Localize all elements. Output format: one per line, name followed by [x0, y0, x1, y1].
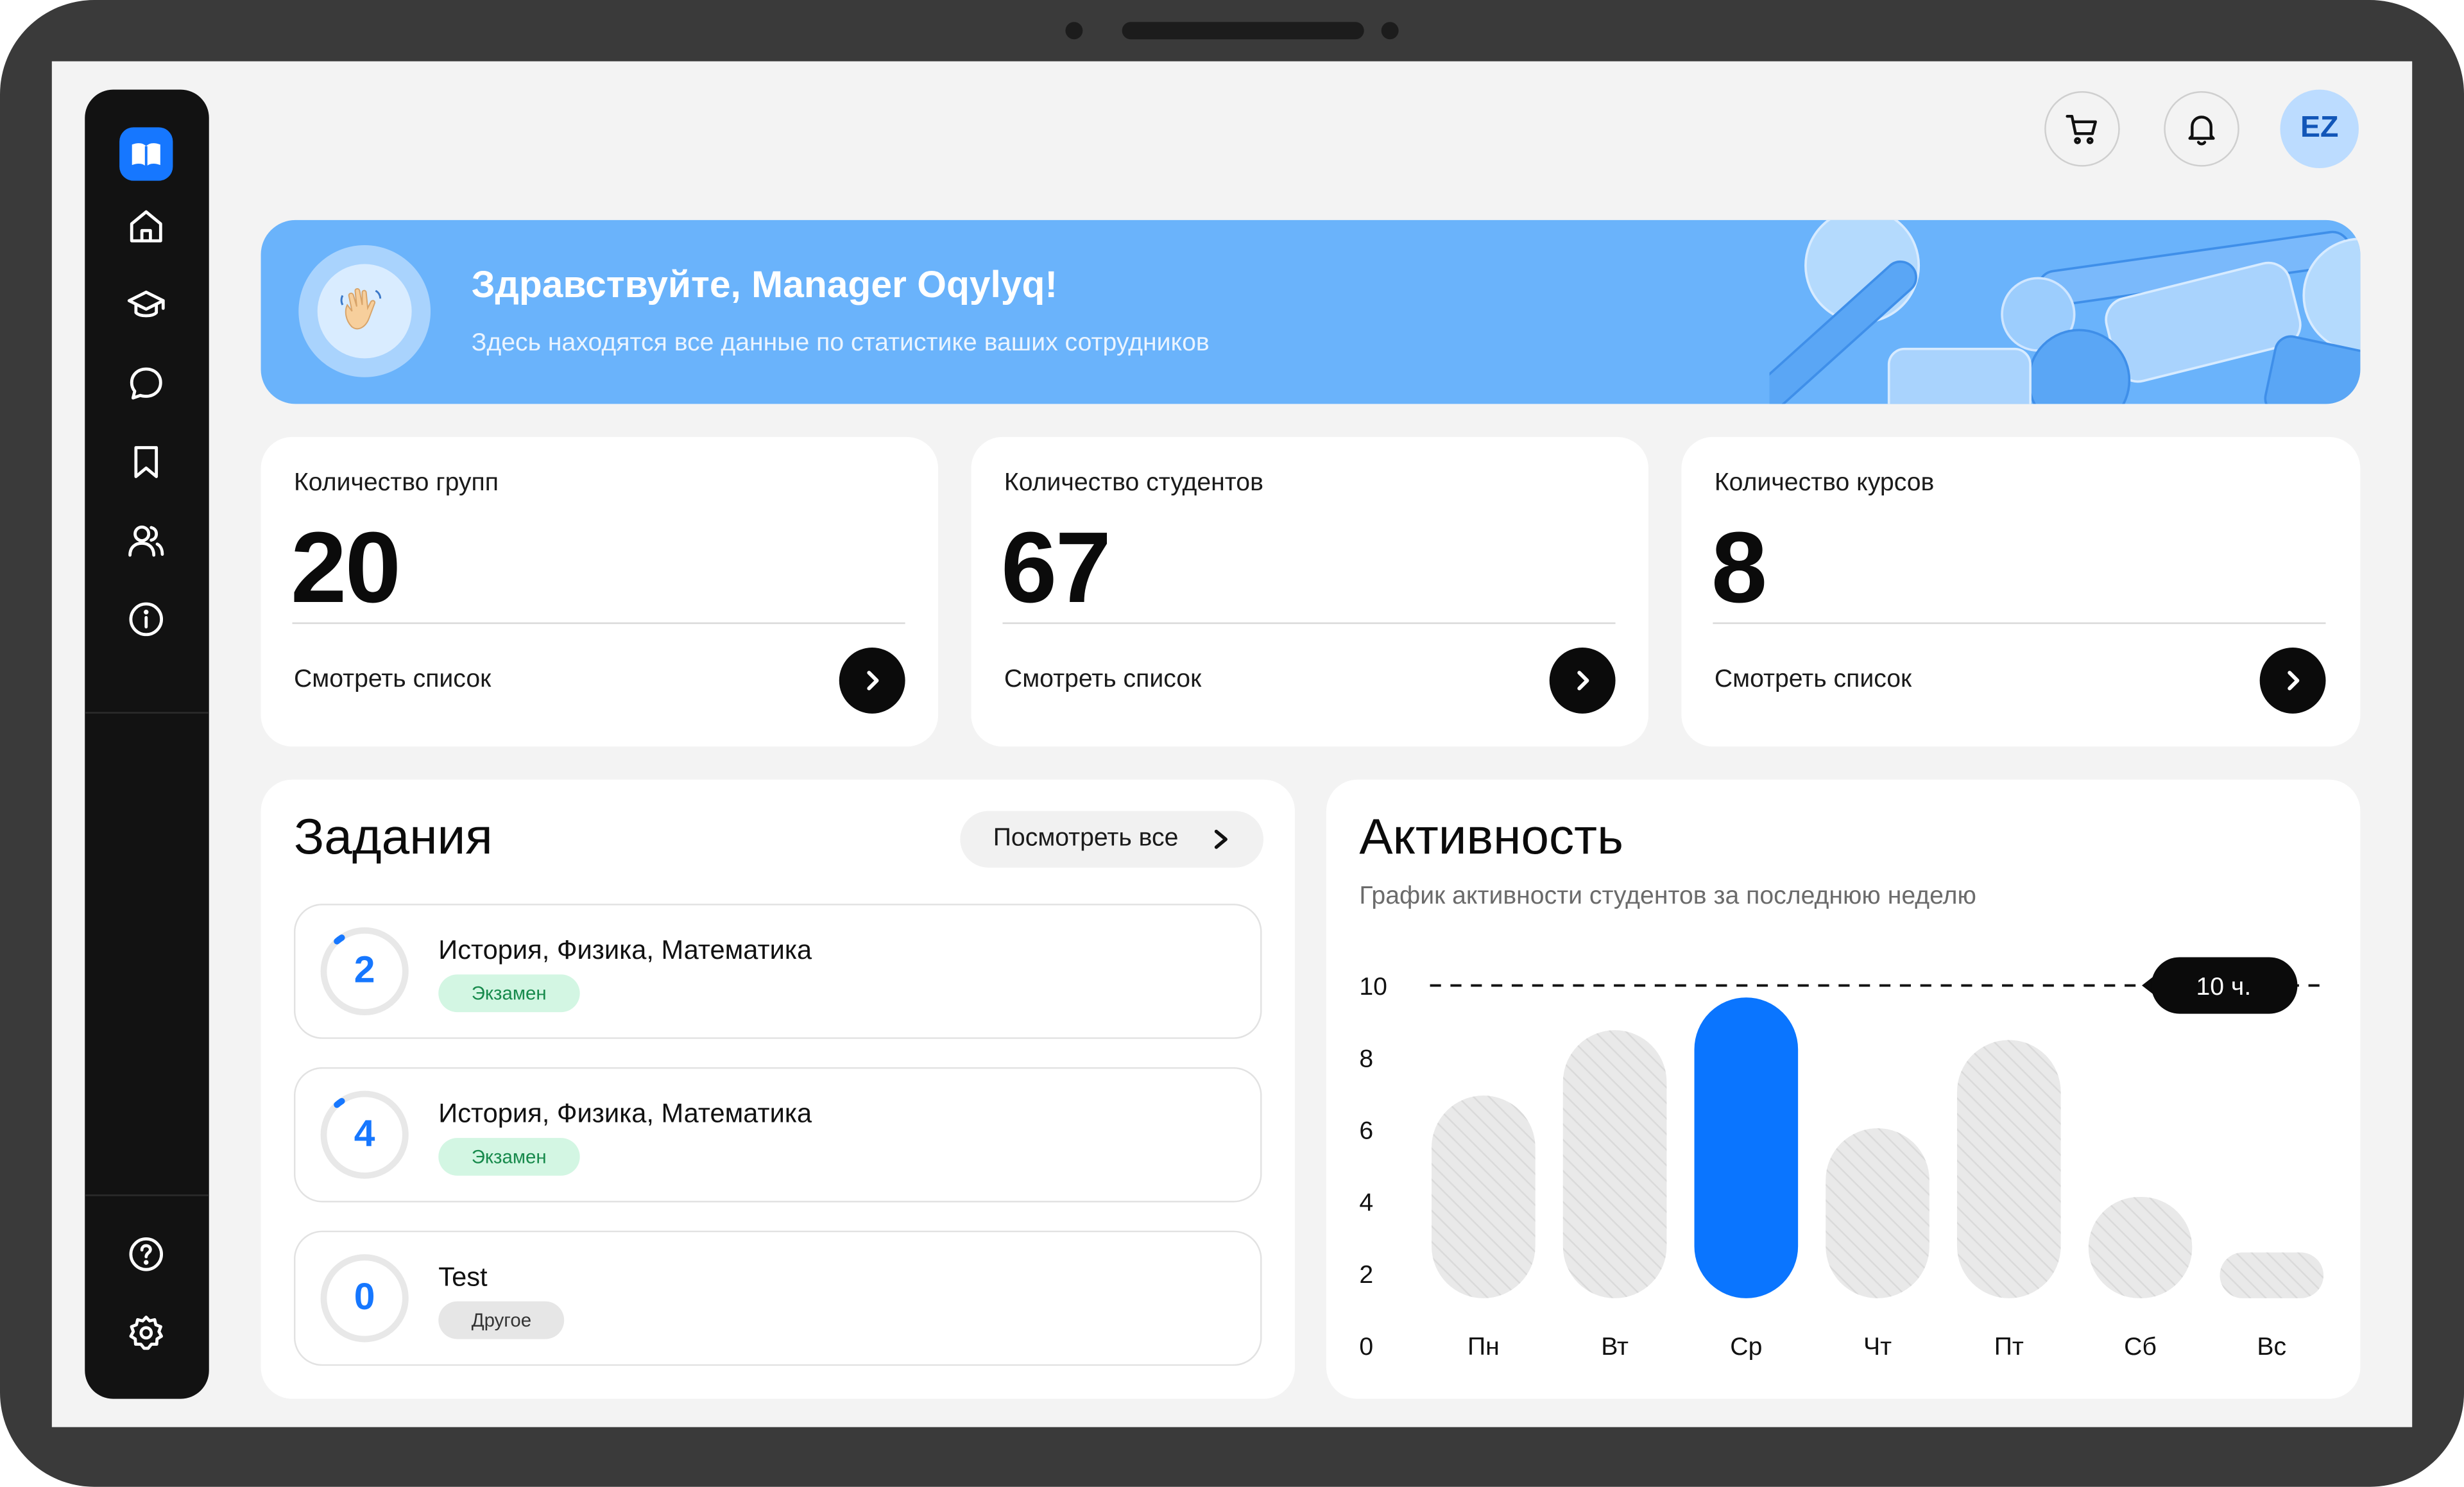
device-frame: EZ Здравствуйте, Manager Oqylyq! Здесь н…	[0, 0, 2464, 1487]
task-title: Test	[438, 1262, 488, 1293]
task-item[interactable]: 2 История, Физика, Математика Экзамен	[293, 904, 1262, 1039]
waving-hand-icon	[340, 288, 382, 330]
y-tick-label: 10	[1359, 973, 1387, 1001]
tasks-title: Задания	[293, 807, 493, 864]
home-icon	[130, 210, 162, 243]
sidebar	[85, 89, 209, 1399]
notifications-button[interactable]	[2164, 91, 2239, 167]
bar-Пн[interactable]	[1432, 1096, 1536, 1298]
view-list-link[interactable]: Смотреть список	[1715, 666, 1912, 694]
sidebar-item-chat[interactable]	[119, 357, 173, 410]
stat-card-students: Количество студентов 67 Смотреть список	[971, 436, 1649, 747]
y-tick-label: 0	[1359, 1333, 1373, 1361]
banner-title: Здравствуйте, Manager Oqylyq!	[471, 264, 1058, 307]
bar-Пт[interactable]	[1956, 1040, 2061, 1298]
bell-icon	[2188, 116, 2215, 146]
info-icon	[129, 602, 164, 637]
waving-hand-badge	[298, 245, 431, 377]
y-tick-label: 8	[1359, 1045, 1373, 1072]
y-tick-label: 6	[1359, 1117, 1373, 1145]
banner-subtitle: Здесь находятся все данные по статистике…	[471, 330, 1210, 357]
stat-label: Количество студентов	[1004, 470, 1263, 497]
cart-button[interactable]	[2044, 91, 2120, 167]
chat-icon	[130, 367, 162, 400]
stat-card-courses: Количество курсов 8 Смотреть список	[1681, 436, 2361, 747]
sidebar-item-bookmarks[interactable]	[119, 435, 173, 488]
sidebar-item-users[interactable]	[119, 514, 173, 567]
x-tick-label: Чт	[1863, 1333, 1892, 1361]
view-list-arrow-button[interactable]	[1549, 647, 1616, 714]
x-tick-label: Пн	[1467, 1333, 1500, 1361]
task-title: История, Физика, Математика	[438, 935, 812, 965]
task-item[interactable]: 4 История, Физика, Математика Экзамен	[293, 1067, 1262, 1203]
task-tag: Экзамен	[438, 974, 580, 1013]
see-all-label: Посмотреть все	[993, 825, 1179, 852]
sidebar-item-home[interactable]	[119, 200, 173, 253]
stat-label: Количество групп	[293, 470, 499, 497]
y-tick-label: 4	[1359, 1189, 1373, 1217]
activity-chart: 0 2 4 6 8 10 Пн Вт Ср Чт Пт Сб Вс 10 ч.	[1359, 957, 2326, 1361]
stat-card-groups: Количество групп 20 Смотреть список	[261, 436, 939, 747]
help-icon	[129, 1237, 164, 1271]
x-tick-label: Сб	[2124, 1333, 2157, 1361]
bookmark-icon	[134, 446, 158, 478]
bar-Ср[interactable]	[1694, 997, 1799, 1298]
bar-Сб[interactable]	[2088, 1196, 2193, 1298]
task-title: История, Физика, Математика	[438, 1098, 812, 1129]
task-count: 2	[354, 949, 375, 992]
x-tick-label: Вт	[1601, 1333, 1629, 1361]
task-tag: Экзамен	[438, 1138, 580, 1176]
divider	[1713, 622, 2326, 624]
stat-label: Количество курсов	[1714, 470, 1935, 497]
divider	[292, 622, 905, 624]
logo-book-icon[interactable]	[119, 127, 173, 181]
graduation-cap-icon	[127, 290, 165, 318]
task-count: 0	[354, 1276, 375, 1319]
view-list-link[interactable]: Смотреть список	[1004, 666, 1201, 694]
bar-Вс[interactable]	[2220, 1252, 2324, 1298]
sidebar-item-settings[interactable]	[119, 1306, 173, 1359]
task-tag: Другое	[438, 1301, 565, 1339]
divider	[1002, 622, 1616, 624]
view-list-arrow-button[interactable]	[2259, 647, 2326, 714]
settings-icon	[129, 1315, 164, 1350]
x-tick-label: Вс	[2257, 1333, 2286, 1361]
chevron-right-icon	[1577, 671, 1589, 691]
camera-dot	[1065, 22, 1083, 40]
sidebar-item-info[interactable]	[119, 592, 173, 646]
bar-Чт[interactable]	[1826, 1128, 1929, 1298]
sensor-dot	[1381, 22, 1399, 40]
chevron-right-icon	[867, 671, 879, 691]
sidebar-item-help[interactable]	[119, 1228, 173, 1281]
y-tick-label: 2	[1359, 1261, 1373, 1289]
stat-value: 20	[291, 510, 401, 624]
sidebar-divider	[85, 712, 209, 714]
view-list-link[interactable]: Смотреть список	[294, 666, 491, 694]
task-count: 4	[354, 1112, 375, 1156]
view-list-arrow-button[interactable]	[839, 647, 905, 714]
cart-icon	[2066, 115, 2097, 144]
avatar[interactable]: EZ	[2280, 89, 2359, 169]
x-tick-label: Ср	[1730, 1333, 1762, 1361]
reference-label: 10 ч.	[2196, 973, 2251, 1001]
activity-panel: Активность График активности студентов з…	[1326, 779, 2361, 1399]
sidebar-item-courses[interactable]	[119, 278, 173, 331]
users-icon	[128, 525, 164, 557]
sidebar-divider	[85, 1194, 209, 1196]
welcome-banner: Здравствуйте, Manager Oqylyq! Здесь нахо…	[261, 219, 2361, 404]
app-screen: EZ Здравствуйте, Manager Oqylyq! Здесь н…	[51, 61, 2413, 1427]
x-tick-label: Пт	[1994, 1333, 2024, 1361]
bar-Вт[interactable]	[1562, 1030, 1667, 1298]
task-item[interactable]: 0 Test Другое	[293, 1230, 1262, 1366]
see-all-button[interactable]: Посмотреть все	[960, 811, 1263, 868]
stat-value: 8	[1711, 510, 1767, 624]
stat-value: 67	[1001, 510, 1111, 624]
speaker-bar	[1122, 22, 1364, 40]
banner-decoration	[1769, 219, 2361, 404]
tasks-panel: Задания Посмотреть все 2 История, Физика…	[261, 779, 1295, 1399]
chevron-right-icon	[2288, 671, 2300, 691]
chevron-right-icon	[1214, 829, 1228, 849]
reference-tooltip: 10 ч.	[2141, 957, 2298, 1014]
